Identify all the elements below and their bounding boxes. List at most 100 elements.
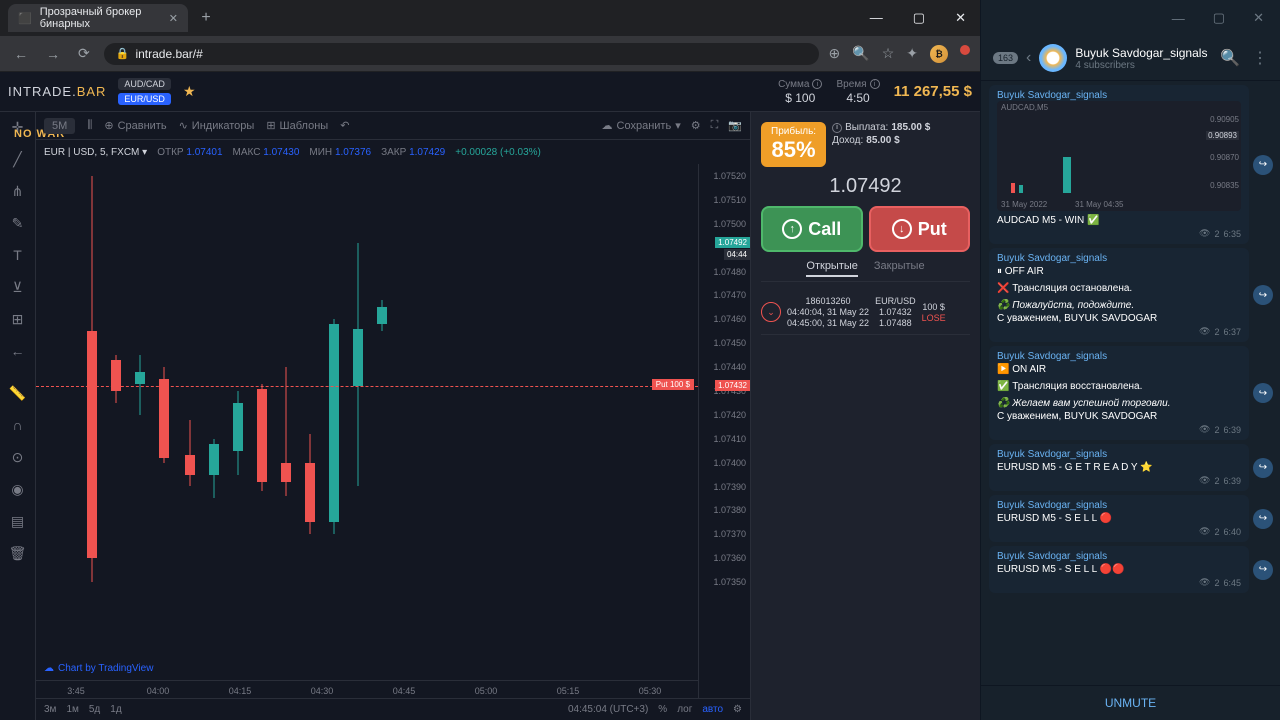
message-list[interactable]: Buyuk Savdogar_signals AUDCAD,M5 0.90905…: [981, 81, 1280, 685]
time-label: Время: [836, 79, 866, 90]
message[interactable]: Buyuk Savdogar_signals▶️ ON AIR✅ Трансля…: [989, 346, 1249, 440]
share-icon[interactable]: ↪: [1253, 458, 1273, 478]
tf-1d[interactable]: 1д: [110, 704, 121, 715]
pattern-icon[interactable]: ⊻: [6, 278, 30, 296]
layers-icon[interactable]: ▤: [6, 512, 30, 530]
close-icon[interactable]: ✕: [169, 12, 178, 25]
channel-avatar[interactable]: [1039, 44, 1067, 72]
profit-box: Прибыль: 85%: [761, 122, 826, 167]
extension-red-icon[interactable]: [960, 45, 970, 55]
zoom-icon[interactable]: 🔍: [852, 45, 869, 63]
tf-3m[interactable]: 3м: [44, 704, 56, 715]
back-tool-icon[interactable]: ←: [6, 342, 30, 360]
translate-icon[interactable]: ⊕: [829, 45, 841, 63]
sum-value[interactable]: $ 100: [778, 91, 822, 105]
tg-maximize-icon[interactable]: ▢: [1207, 8, 1231, 28]
reload-icon[interactable]: ⟳: [74, 41, 94, 66]
info-icon[interactable]: i: [832, 123, 842, 133]
message[interactable]: Buyuk Savdogar_signals AUDCAD,M5 0.90905…: [989, 85, 1249, 244]
trendline-icon[interactable]: ╱: [6, 150, 30, 168]
settings-icon[interactable]: ⚙: [691, 119, 701, 132]
trading-app: INTRADE.BAR AUD/CAD EUR/USD ★ Суммаi $ 1…: [0, 72, 980, 720]
log-button[interactable]: лог: [677, 704, 692, 715]
tg-close-icon[interactable]: ✕: [1247, 8, 1270, 28]
share-icon[interactable]: ↪: [1253, 383, 1273, 403]
auto-button[interactable]: авто: [702, 704, 723, 715]
unread-badge: 163: [993, 52, 1018, 64]
tradingview-credit[interactable]: ☁ Chart by TradingView: [44, 663, 153, 674]
chevron-left-icon[interactable]: ‹: [1026, 49, 1031, 67]
call-button[interactable]: ↑Call: [761, 206, 863, 252]
tf-1m[interactable]: 1м: [66, 704, 78, 715]
save-button[interactable]: ☁ Сохранить ▾: [602, 119, 681, 132]
share-icon[interactable]: ↪: [1253, 509, 1273, 529]
back-icon[interactable]: ←: [10, 42, 32, 66]
message[interactable]: Buyuk Savdogar_signals⏸ OFF AIR❌ Трансля…: [989, 248, 1249, 342]
new-tab-button[interactable]: +: [194, 6, 218, 30]
url-text: intrade.bar/#: [135, 47, 202, 61]
camera-icon[interactable]: 📷: [728, 119, 742, 132]
tab-closed[interactable]: Закрытые: [874, 260, 925, 277]
timeframe-select[interactable]: 5М: [44, 118, 75, 134]
put-button[interactable]: ↓Put: [869, 206, 971, 252]
ticker-symbol[interactable]: EUR | USD, 5, FXCM ▾: [44, 147, 147, 158]
magnet-icon[interactable]: ∩: [6, 416, 30, 434]
message[interactable]: Buyuk Savdogar_signalsEURUSD M5 - S E L …: [989, 495, 1249, 542]
unmute-button[interactable]: UNMUTE: [981, 685, 1280, 720]
share-icon[interactable]: ↪: [1253, 155, 1273, 175]
eye-icon[interactable]: ◉: [6, 480, 30, 498]
lock-tool-icon[interactable]: ⊙: [6, 448, 30, 466]
compare-button[interactable]: ⊕ Сравнить: [104, 119, 166, 132]
message[interactable]: Buyuk Savdogar_signalsEURUSD M5 - S E L …: [989, 546, 1249, 593]
info-icon[interactable]: i: [870, 79, 880, 89]
x-axis: 3:4504:0004:1504:3004:4505:0005:1505:30: [36, 680, 698, 698]
ruler-icon[interactable]: 📏: [6, 384, 30, 402]
telegram-header[interactable]: 163 ‹ Buyuk Savdogar_signals 4 subscribe…: [981, 36, 1280, 81]
channel-name: Buyuk Savdogar_signals: [1075, 46, 1207, 60]
trade-panel: Прибыль: 85% i Выплата: 185.00 $ Доход: …: [750, 112, 980, 720]
extension-gold-icon[interactable]: ₿: [930, 45, 948, 63]
info-icon[interactable]: i: [812, 79, 822, 89]
maximize-icon[interactable]: ▢: [907, 8, 931, 28]
forecast-icon[interactable]: ⊞: [6, 310, 30, 328]
text-icon[interactable]: T: [6, 246, 30, 264]
minimize-icon[interactable]: —: [864, 8, 889, 28]
position-row[interactable]: ⌄ 186013260 04:40:04, 31 May 22 04:45:00…: [761, 290, 970, 335]
share-icon[interactable]: ↪: [1253, 560, 1273, 580]
chart-footer: 3м 1м 5д 1д 04:45:04 (UTC+3) % лог авто …: [36, 698, 750, 720]
address-bar: ← → ⟳ 🔒 intrade.bar/# ⊕ 🔍 ☆ ✦ ₿: [0, 36, 980, 72]
time-value[interactable]: 4:50: [836, 91, 879, 105]
message[interactable]: Buyuk Savdogar_signalsEURUSD M5 - G E T …: [989, 444, 1249, 491]
extensions-icon[interactable]: ✦: [906, 45, 918, 63]
indicators-button[interactable]: ∿ Индикаторы: [179, 119, 255, 132]
pair-eurusd[interactable]: EUR/USD: [118, 93, 171, 105]
pct-button[interactable]: %: [658, 704, 667, 715]
tg-minimize-icon[interactable]: —: [1166, 9, 1191, 28]
current-quote: 1.07492: [761, 175, 970, 198]
fullscreen-icon[interactable]: ⛶: [711, 119, 719, 132]
undo-icon[interactable]: ↶: [340, 119, 349, 132]
subscriber-count: 4 subscribers: [1075, 60, 1207, 71]
bookmark-icon[interactable]: ☆: [882, 45, 895, 63]
trash-icon[interactable]: 🗑: [6, 544, 30, 562]
favorite-icon[interactable]: ★: [183, 83, 196, 100]
mini-chart: AUDCAD,M5 0.90905 0.90893 0.90870 0.9083…: [997, 101, 1241, 211]
chart-settings-icon[interactable]: ⚙: [733, 704, 742, 715]
url-input[interactable]: 🔒 intrade.bar/#: [104, 43, 819, 65]
fib-icon[interactable]: ⋔: [6, 182, 30, 200]
close-window-icon[interactable]: ✕: [949, 8, 972, 28]
share-icon[interactable]: ↪: [1253, 285, 1273, 305]
chart-canvas[interactable]: 1.075201.075101.075001.074801.074701.074…: [36, 164, 750, 698]
browser-tab[interactable]: ⬛ Прозрачный брокер бинарных ✕: [8, 4, 188, 32]
forward-icon[interactable]: →: [42, 42, 64, 66]
search-icon[interactable]: 🔍: [1220, 48, 1240, 68]
more-icon[interactable]: ⋮: [1252, 48, 1268, 68]
tab-open[interactable]: Открытые: [806, 260, 858, 277]
tf-5d[interactable]: 5д: [89, 704, 100, 715]
pair-audcad[interactable]: AUD/CAD: [118, 78, 171, 90]
y-axis: 1.075201.075101.075001.074801.074701.074…: [698, 164, 750, 698]
tab-bar: ⬛ Прозрачный брокер бинарных ✕ + — ▢ ✕: [0, 0, 980, 36]
templates-button[interactable]: ⊞ Шаблоны: [266, 119, 328, 132]
candle-type-icon[interactable]: ⫼: [87, 119, 92, 132]
brush-icon[interactable]: ✎: [6, 214, 30, 232]
